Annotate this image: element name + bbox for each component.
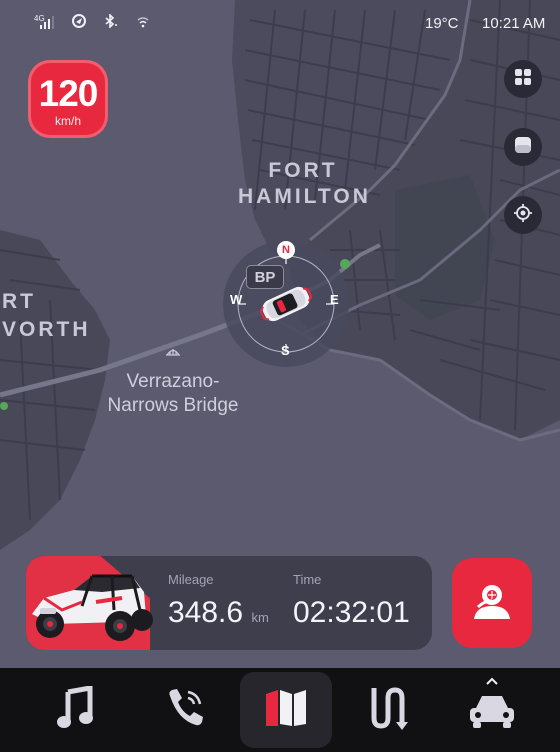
dock-route-button[interactable]: [358, 680, 418, 740]
bluetooth-icon: [104, 13, 118, 32]
driver-profile-icon: [468, 581, 516, 626]
driver-profile-button[interactable]: [452, 558, 532, 648]
speed-unit: km/h: [54, 114, 81, 128]
map-label-bridge: Verrazano- Narrows Bridge: [98, 370, 248, 418]
car-icon: [466, 692, 518, 737]
bottom-dock: [0, 668, 560, 752]
map-label-fort-worth: RT VORTH: [2, 288, 91, 344]
vehicle-marker-icon: [256, 284, 316, 324]
map-style-button[interactable]: [504, 128, 542, 166]
map-label-fort-hamilton-line2: HAMILTON: [238, 185, 371, 208]
route-icon: [366, 684, 410, 737]
location-icon: [72, 14, 86, 32]
mileage-readout: 348.6 km: [168, 596, 269, 630]
status-bar: 4G 19°C 10:21 AM: [0, 0, 560, 50]
time-label: Time: [293, 572, 322, 587]
dock-phone-button[interactable]: [154, 680, 214, 740]
vehicle-image: [26, 562, 154, 646]
vehicle-compass: N W E S BP: [222, 240, 350, 368]
speed-value: 120: [38, 73, 99, 114]
wifi-icon: [136, 14, 150, 32]
music-icon: [56, 684, 96, 735]
dock-map-button[interactable]: [240, 672, 332, 748]
clock: 10:21 AM: [482, 15, 546, 32]
layers-icon: [514, 68, 532, 91]
compass-west: W: [230, 292, 243, 307]
map-label-bridge-line2: Narrows Bridge: [107, 395, 239, 416]
map-label-fort-hamilton: FORT HAMILTON: [238, 158, 368, 210]
mileage-value: 348.6: [168, 596, 244, 629]
recenter-icon: [513, 203, 533, 228]
map-label-fort-worth-line1: RT: [2, 290, 36, 313]
bridge-icon: [165, 343, 181, 356]
dock-music-button[interactable]: [46, 680, 106, 740]
map-label-bridge-line1: Verrazano-: [126, 371, 220, 392]
trip-card[interactable]: Mileage 348.6 km Time 02:32:01: [26, 556, 432, 650]
mileage-label: Mileage: [168, 572, 214, 587]
compass-east: E: [330, 292, 339, 307]
compass-north-badge: N: [277, 241, 295, 259]
map-icon: [262, 688, 310, 733]
map-label-fort-hamilton-line1: FORT: [268, 159, 338, 182]
signal-icon: 4G: [34, 14, 54, 31]
temperature: 19°C: [425, 15, 459, 32]
mileage-unit: km: [251, 610, 269, 625]
recenter-button[interactable]: [504, 196, 542, 234]
dock-car-button[interactable]: [462, 684, 522, 744]
phone-icon: [162, 686, 206, 735]
speed-badge: 120 km/h: [28, 60, 108, 138]
compass-south: S: [281, 343, 290, 358]
time-value: 02:32:01: [293, 596, 410, 629]
map-label-fort-worth-line2: VORTH: [2, 318, 91, 341]
layers-button[interactable]: [504, 60, 542, 98]
status-icons: 4G: [34, 13, 150, 32]
map-style-icon: [514, 136, 532, 159]
bp-station-label: BP: [254, 268, 276, 286]
network-label: 4G: [34, 14, 45, 23]
compass-north: N: [282, 244, 290, 256]
